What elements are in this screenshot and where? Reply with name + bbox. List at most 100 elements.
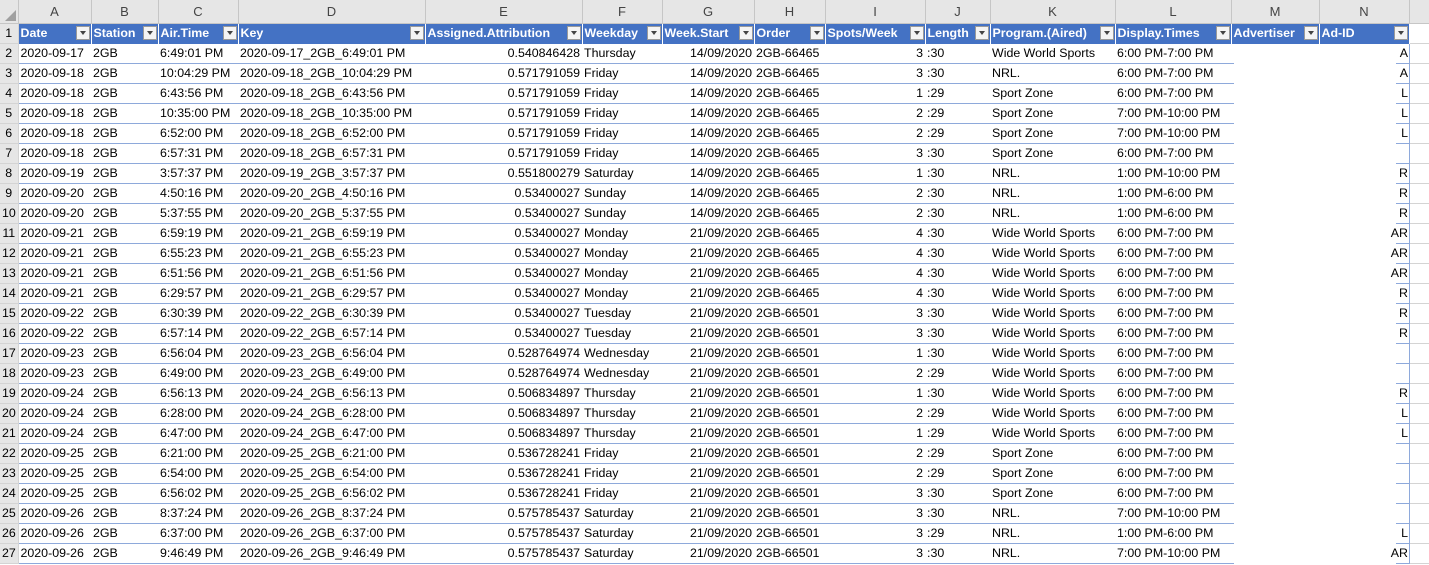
column-header-f[interactable]: F: [582, 0, 663, 24]
cell[interactable]: 2020-09-23_2GB_6:56:04 PM: [238, 343, 425, 364]
cell[interactable]: 21/09/2020: [662, 523, 754, 544]
empty-cell[interactable]: [1409, 423, 1429, 444]
cell[interactable]: Friday: [582, 123, 662, 144]
cell[interactable]: 2020-09-21: [18, 223, 91, 244]
cell[interactable]: 2020-09-24: [18, 403, 91, 424]
cell[interactable]: 6:00 PM-7:00 PM: [1115, 263, 1231, 284]
cell[interactable]: 2020-09-18: [18, 143, 91, 164]
filter-dropdown-icon[interactable]: [809, 26, 824, 40]
cell[interactable]: 2GB: [91, 123, 158, 144]
cell[interactable]: 6:21:00 PM: [158, 443, 238, 464]
cell[interactable]: 21/09/2020: [662, 283, 754, 304]
column-header-empty[interactable]: [1409, 0, 1429, 24]
cell[interactable]: 0.53400027: [425, 223, 582, 244]
cell[interactable]: Sport Zone: [990, 143, 1115, 164]
cell[interactable]: Wide World Sports: [990, 323, 1115, 344]
cell[interactable]: 7:00 PM-10:00 PM: [1115, 543, 1231, 564]
cell[interactable]: 2GB: [91, 363, 158, 384]
filter-dropdown-icon[interactable]: [738, 26, 753, 40]
cell[interactable]: 14/09/2020: [662, 123, 754, 144]
cell[interactable]: 21/09/2020: [662, 543, 754, 564]
cell[interactable]: 6:29:57 PM: [158, 283, 238, 304]
cell[interactable]: :29: [925, 83, 990, 104]
cell[interactable]: 2020-09-17: [18, 43, 91, 64]
empty-cell[interactable]: [1409, 523, 1429, 544]
cell[interactable]: 0.53400027: [425, 283, 582, 304]
cell[interactable]: :29: [925, 103, 990, 124]
cell[interactable]: 21/09/2020: [662, 303, 754, 324]
cell[interactable]: 14/09/2020: [662, 143, 754, 164]
cell[interactable]: 2GB-66465: [754, 203, 825, 224]
empty-cell[interactable]: [1409, 143, 1429, 164]
empty-cell[interactable]: [1409, 363, 1429, 384]
cell[interactable]: 6:30:39 PM: [158, 303, 238, 324]
cell[interactable]: 2020-09-18_2GB_6:57:31 PM: [238, 143, 425, 164]
cell[interactable]: Sport Zone: [990, 443, 1115, 464]
cell[interactable]: 2020-09-20_2GB_4:50:16 PM: [238, 183, 425, 204]
cell[interactable]: 2020-09-26: [18, 543, 91, 564]
cell[interactable]: 6:56:02 PM: [158, 483, 238, 504]
cell[interactable]: 2: [825, 203, 925, 224]
cell[interactable]: 1:00 PM-10:00 PM: [1115, 163, 1231, 184]
cell[interactable]: 21/09/2020: [662, 463, 754, 484]
cell[interactable]: 3: [825, 323, 925, 344]
cell[interactable]: 14/09/2020: [662, 203, 754, 224]
cell[interactable]: 9:46:49 PM: [158, 543, 238, 564]
cell[interactable]: Saturday: [582, 543, 662, 564]
cell[interactable]: 2020-09-23_2GB_6:49:00 PM: [238, 363, 425, 384]
cell[interactable]: 6:47:00 PM: [158, 423, 238, 444]
cell[interactable]: 0.536728241: [425, 483, 582, 504]
cell[interactable]: 2020-09-24_2GB_6:47:00 PM: [238, 423, 425, 444]
cell[interactable]: 0.536728241: [425, 463, 582, 484]
row-number[interactable]: 6: [0, 123, 19, 144]
cell[interactable]: 2020-09-18_2GB_6:52:00 PM: [238, 123, 425, 144]
row-number[interactable]: 24: [0, 483, 19, 504]
row-number[interactable]: 1: [0, 23, 19, 44]
empty-cell[interactable]: [1409, 403, 1429, 424]
cell[interactable]: 2GB: [91, 143, 158, 164]
cell[interactable]: 0.540846428: [425, 43, 582, 64]
column-header-i[interactable]: I: [825, 0, 926, 24]
cell[interactable]: 1: [825, 383, 925, 404]
cell[interactable]: Wide World Sports: [990, 363, 1115, 384]
cell[interactable]: 2020-09-21: [18, 263, 91, 284]
cell[interactable]: 6:00 PM-7:00 PM: [1115, 363, 1231, 384]
cell[interactable]: 4: [825, 263, 925, 284]
cell[interactable]: Wednesday: [582, 343, 662, 364]
cell[interactable]: 2GB: [91, 103, 158, 124]
header-cell[interactable]: Air.Time: [158, 23, 239, 44]
cell[interactable]: 2020-09-21_2GB_6:51:56 PM: [238, 263, 425, 284]
cell[interactable]: 0.53400027: [425, 303, 582, 324]
cell[interactable]: 0.571791059: [425, 63, 582, 84]
cell[interactable]: 2: [825, 123, 925, 144]
empty-cell[interactable]: [1409, 443, 1429, 464]
filter-dropdown-icon[interactable]: [409, 26, 424, 40]
cell[interactable]: 21/09/2020: [662, 363, 754, 384]
cell[interactable]: :30: [925, 323, 990, 344]
cell[interactable]: 6:00 PM-7:00 PM: [1115, 483, 1231, 504]
row-number[interactable]: 15: [0, 303, 19, 324]
cell[interactable]: :30: [925, 143, 990, 164]
cell[interactable]: 2GB-66501: [754, 463, 825, 484]
row-number[interactable]: 8: [0, 163, 19, 184]
cell[interactable]: 21/09/2020: [662, 383, 754, 404]
cell[interactable]: 2020-09-26_2GB_6:37:00 PM: [238, 523, 425, 544]
cell[interactable]: 2020-09-26_2GB_8:37:24 PM: [238, 503, 425, 524]
cell[interactable]: 0.528764974: [425, 343, 582, 364]
cell[interactable]: Sport Zone: [990, 103, 1115, 124]
empty-cell[interactable]: [1409, 43, 1429, 64]
cell[interactable]: 2020-09-22: [18, 323, 91, 344]
cell[interactable]: 6:00 PM-7:00 PM: [1115, 43, 1231, 64]
row-number[interactable]: 25: [0, 503, 19, 524]
cell[interactable]: :30: [925, 63, 990, 84]
cell[interactable]: Thursday: [582, 403, 662, 424]
empty-cell[interactable]: [1409, 83, 1429, 104]
cell[interactable]: 2GB: [91, 63, 158, 84]
cell[interactable]: 2GB: [91, 223, 158, 244]
row-number[interactable]: 7: [0, 143, 19, 164]
cell[interactable]: NRL.: [990, 503, 1115, 524]
cell[interactable]: 6:00 PM-7:00 PM: [1115, 223, 1231, 244]
cell[interactable]: 2020-09-21: [18, 243, 91, 264]
cell[interactable]: 6:54:00 PM: [158, 463, 238, 484]
cell[interactable]: 2020-09-22: [18, 303, 91, 324]
